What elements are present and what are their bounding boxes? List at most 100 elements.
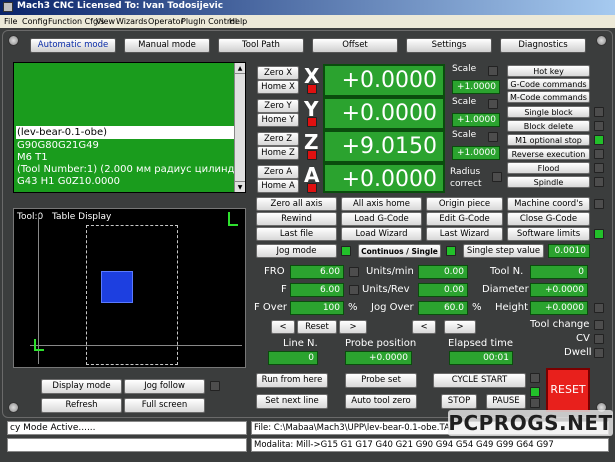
diameter-value[interactable]: +0.0000: [530, 283, 588, 297]
home-z-button[interactable]: Home Z: [257, 146, 299, 160]
home-x-button[interactable]: Home X: [257, 80, 299, 94]
jog-mode-button[interactable]: Jog mode: [256, 244, 337, 258]
line-n-value[interactable]: 0: [268, 351, 318, 365]
height-value[interactable]: +0.0000: [530, 301, 588, 315]
zero-x-button[interactable]: Zero X: [257, 66, 299, 80]
single-step-value-button[interactable]: Single step value: [463, 244, 544, 258]
toolpath-block: [101, 271, 133, 303]
tool-label: Tool:0: [17, 212, 44, 222]
table-display[interactable]: Tool:0 Table Display: [13, 208, 246, 368]
rewind-button[interactable]: Rewind: [256, 212, 337, 226]
spindle-button[interactable]: Spindle: [507, 176, 590, 188]
tab-tool-path[interactable]: Tool Path: [218, 38, 304, 53]
units-rev-value[interactable]: 0.00: [418, 283, 468, 297]
jog-follow-button[interactable]: Jog follow: [124, 379, 205, 394]
single-step-value[interactable]: 0.0010: [548, 244, 590, 258]
fro-value[interactable]: 6.00: [290, 265, 344, 279]
fro-led: [349, 267, 359, 277]
spindle-led: [594, 177, 604, 187]
close-gcode-button[interactable]: Close G-Code: [507, 212, 590, 226]
gcode-scrollbar[interactable]: ▲ ▼: [234, 63, 245, 192]
jog-over-decrease-button[interactable]: <: [412, 320, 436, 334]
dro-a[interactable]: +0.0000: [323, 163, 445, 193]
cycle-start-button[interactable]: CYCLE START: [433, 373, 526, 388]
f-value[interactable]: 6.00: [290, 283, 344, 297]
menu-file[interactable]: File: [4, 15, 17, 28]
full-screen-button[interactable]: Full screen: [124, 398, 205, 413]
menu-help[interactable]: Help: [229, 15, 247, 28]
last-wizard-button[interactable]: Last Wizard: [426, 227, 503, 241]
home-a-button[interactable]: Home A: [257, 179, 299, 193]
m1-optional-stop-button[interactable]: M1 optional stop: [507, 134, 590, 146]
single-block-button[interactable]: Single block: [507, 106, 590, 118]
dro-x[interactable]: +0.0000: [323, 64, 445, 97]
load-gcode-button[interactable]: Load G-Code: [341, 212, 422, 226]
zero-all-axis-button[interactable]: Zero all axis: [256, 197, 337, 211]
home-y-button[interactable]: Home Y: [257, 113, 299, 127]
m-code-commands-button[interactable]: M-Code commands: [507, 91, 590, 103]
units-min-value[interactable]: 0.00: [418, 265, 468, 279]
scale-z-led: [488, 132, 498, 142]
tab-manual-mode[interactable]: Manual mode: [124, 38, 210, 53]
stop-button[interactable]: STOP: [441, 394, 477, 409]
display-mode-button[interactable]: Display mode: [41, 379, 122, 394]
menu-config[interactable]: Config: [22, 15, 48, 28]
machine-coords-button[interactable]: Machine coord's: [507, 197, 590, 211]
fro-increase-button[interactable]: >: [339, 320, 367, 334]
f-over-value[interactable]: 100: [290, 301, 344, 315]
refresh-button[interactable]: Refresh: [41, 398, 122, 413]
reverse-execution-button[interactable]: Reverse execution: [507, 148, 590, 160]
height-led: [594, 303, 604, 313]
run-from-here-button[interactable]: Run from here: [256, 373, 328, 388]
reset-button[interactable]: RESET: [546, 368, 590, 412]
g-code-commands-button[interactable]: G-Code commands: [507, 78, 590, 90]
pause-button[interactable]: PAUSE: [486, 394, 526, 409]
tab-offset[interactable]: Offset: [312, 38, 398, 53]
jog-over-value[interactable]: 60.0: [418, 301, 468, 315]
software-limits-button[interactable]: Software limits: [507, 227, 590, 241]
elapsed-time-value[interactable]: 00:01: [449, 351, 513, 365]
menu-view[interactable]: View: [96, 15, 115, 28]
scale-x-value[interactable]: +1.0000: [452, 80, 500, 94]
fro-reset-button[interactable]: Reset: [297, 320, 337, 334]
scale-y-led: [488, 99, 498, 109]
tool-n-value[interactable]: 0: [530, 265, 588, 279]
last-file-button[interactable]: Last file: [256, 227, 337, 241]
menu-operator[interactable]: Operator: [148, 15, 184, 28]
fro-decrease-button[interactable]: <: [271, 320, 295, 334]
flood-button[interactable]: Flood: [507, 162, 590, 174]
tab-settings[interactable]: Settings: [406, 38, 492, 53]
tab-automatic-mode[interactable]: Automatic mode: [30, 38, 116, 53]
block-delete-button[interactable]: Block delete: [507, 120, 590, 132]
edit-gcode-button[interactable]: Edit G-Code: [426, 212, 503, 226]
load-wizard-button[interactable]: Load Wizard: [341, 227, 422, 241]
origin-piece-button[interactable]: Origin piece: [426, 197, 503, 211]
jog-over-increase-button[interactable]: >: [444, 320, 476, 334]
dro-y[interactable]: +0.0000: [323, 97, 445, 130]
reverse-execution-led: [594, 149, 604, 159]
dro-z[interactable]: +9.0150: [323, 130, 445, 163]
probe-position-value[interactable]: +0.0000: [345, 351, 412, 365]
scroll-up-icon[interactable]: ▲: [235, 63, 245, 74]
scale-y-value[interactable]: +1.0000: [452, 113, 500, 127]
tab-diagnostics[interactable]: Diagnostics: [500, 38, 586, 53]
probe-set-button[interactable]: Probe set: [345, 373, 417, 388]
set-next-line-button[interactable]: Set next line: [256, 394, 328, 409]
scale-x-led: [488, 66, 498, 76]
auto-tool-zero-button[interactable]: Auto tool zero: [345, 394, 417, 409]
all-axis-home-button[interactable]: All axis home: [341, 197, 422, 211]
zero-y-button[interactable]: Zero Y: [257, 99, 299, 113]
gcode-line: (Tool Number:1) (2.000 мм радиус цилинд: [17, 164, 235, 175]
menu-wizards[interactable]: Wizards: [116, 15, 147, 28]
gcode-line: G90G80G21G49: [17, 140, 99, 151]
zero-z-button[interactable]: Zero Z: [257, 132, 299, 146]
zero-a-button[interactable]: Zero A: [257, 165, 299, 179]
m1-optional-stop-led: [594, 135, 604, 145]
scale-z-value[interactable]: +1.0000: [452, 146, 500, 160]
scroll-down-icon[interactable]: ▼: [235, 181, 245, 192]
hot-key-button[interactable]: Hot key: [507, 65, 590, 77]
gcode-window[interactable]: (lev-bear-0.1-obe) G90G80G21G49 M6 T1 (T…: [13, 62, 246, 193]
axis-a-led: [307, 183, 317, 193]
continuous-single-button[interactable]: Continuos / Single: [358, 244, 441, 258]
gcode-line: G43 H1 G0Z10.0000: [17, 176, 121, 187]
